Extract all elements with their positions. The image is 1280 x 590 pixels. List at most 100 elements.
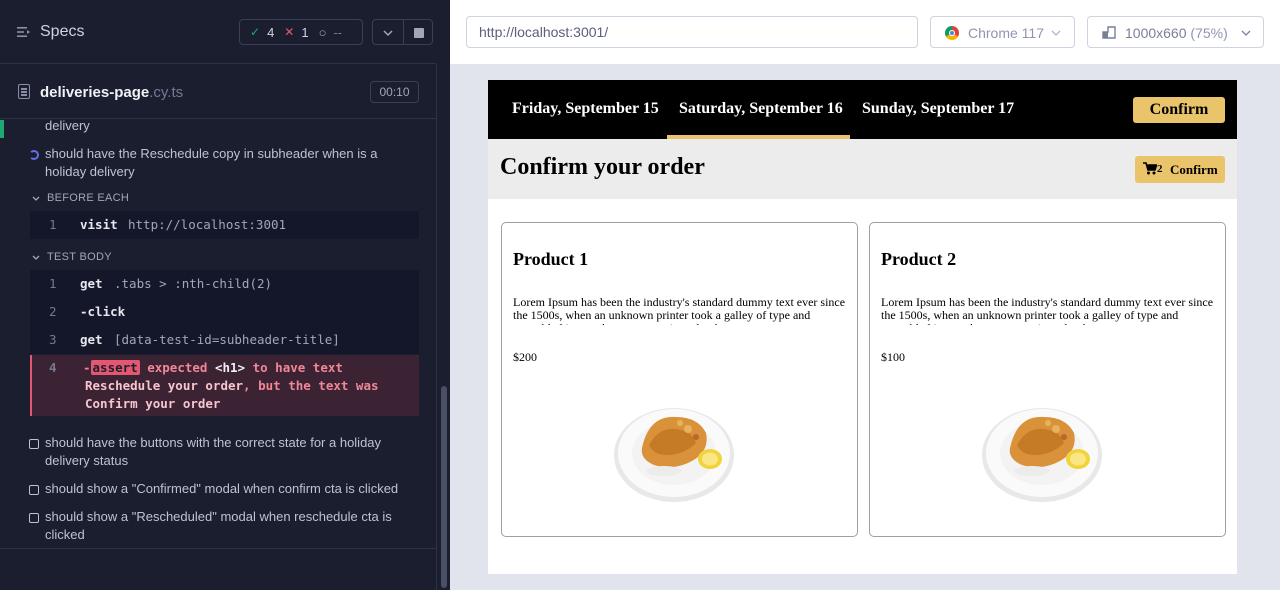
- chevron-down-icon: [1241, 30, 1251, 36]
- command-name: -click: [80, 304, 126, 319]
- spec-name-text: deliveries-page: [40, 84, 150, 101]
- actual-text: Confirm your order: [85, 396, 221, 411]
- browser-name: Chrome 117: [968, 25, 1045, 41]
- cart-confirm-button[interactable]: 2 Confirm: [1135, 156, 1225, 183]
- product-price: $100: [881, 350, 905, 364]
- assert-text: to have text: [245, 360, 343, 375]
- product-card[interactable]: Product 2 Lorem Ipsum has been the indus…: [869, 222, 1226, 537]
- specs-title[interactable]: Specs: [40, 23, 84, 41]
- reporter-header: Specs ✓ 4 ✕ 1 ○ --: [0, 0, 436, 64]
- command-row[interactable]: 1 get .tabs > :nth-child(2): [30, 270, 419, 298]
- product-description: Lorem Ipsum has been the industry's stan…: [513, 296, 846, 325]
- assert-text: , but the text was: [243, 378, 379, 393]
- spec-duration: 00:10: [370, 81, 419, 103]
- command-row[interactable]: 1 visit http://localhost:3001: [30, 211, 419, 239]
- collapse-button[interactable]: [372, 19, 404, 45]
- food-plate-image: [982, 408, 1102, 502]
- pending-spinner-icon: ○: [318, 24, 327, 40]
- viewport-icon: [1102, 26, 1116, 39]
- divider: [0, 548, 436, 549]
- spec-file-name[interactable]: deliveries-page.cy.ts: [40, 84, 183, 101]
- pending-test-title-line1[interactable]: should show a "Rescheduled" modal when r…: [45, 508, 392, 526]
- current-test-title-line1[interactable]: should have the Reschedule copy in subhe…: [45, 145, 377, 163]
- assert-dash: -: [83, 360, 91, 375]
- command-number: 3: [49, 332, 57, 347]
- cart-button-label: Confirm: [1170, 162, 1218, 177]
- command-number: 1: [49, 217, 57, 232]
- command-row[interactable]: 2 -click: [30, 298, 419, 326]
- tab-friday[interactable]: Friday, September 15: [512, 100, 659, 118]
- x-icon: ✕: [284, 25, 295, 39]
- command-number: 1: [49, 276, 57, 291]
- chevron-down-icon[interactable]: [32, 254, 40, 262]
- product-card[interactable]: Product 1 Lorem Ipsum has been the indus…: [501, 222, 858, 537]
- subheader-title: Confirm your order: [500, 154, 705, 180]
- cart-icon: [1143, 162, 1157, 175]
- spec-file-bar: deliveries-page.cy.ts 00:10: [0, 65, 436, 119]
- browser-select[interactable]: Chrome 117: [930, 16, 1075, 48]
- current-test-title-line2[interactable]: holiday delivery: [45, 163, 135, 181]
- assert-line-3: Confirm your order: [85, 396, 220, 411]
- stop-button[interactable]: [403, 19, 433, 45]
- tab-saturday[interactable]: Saturday, September 16: [679, 100, 843, 118]
- chevron-down-icon: [383, 30, 393, 37]
- command-name: get: [80, 276, 103, 291]
- command-name: get: [80, 332, 103, 347]
- app-under-test: Friday, September 15 Saturday, September…: [488, 80, 1237, 574]
- viewport-size: 1000x660 (75%): [1125, 25, 1228, 41]
- command-row[interactable]: 3 get [data-test-id=subheader-title]: [30, 326, 419, 354]
- pending-stat: ○ --: [319, 25, 343, 40]
- scrollbar-thumb[interactable]: [441, 386, 447, 588]
- assert-text: expected: [139, 360, 215, 375]
- assert-element: <h1>: [214, 360, 246, 375]
- browser-toolbar: http://localhost:3001/ Chrome 117 1000x6…: [450, 0, 1280, 64]
- chevron-down-icon: [1051, 30, 1061, 36]
- pending-count: --: [333, 24, 343, 40]
- specs-list-icon[interactable]: [17, 26, 31, 38]
- assert-line-2: Reschedule your order, but the text was: [85, 378, 379, 393]
- date-tabs-nav: Friday, September 15 Saturday, September…: [488, 80, 1237, 139]
- confirm-button[interactable]: Confirm: [1133, 97, 1225, 123]
- reporter-scrollbar[interactable]: [436, 64, 450, 590]
- stop-icon: [414, 28, 424, 38]
- command-message: .tabs > :nth-child(2): [114, 276, 273, 291]
- pending-test-icon: [29, 485, 39, 495]
- passed-stat: ✓ 4: [250, 25, 274, 40]
- previous-test-title-tail[interactable]: delivery: [45, 120, 90, 135]
- pending-test-title-line1[interactable]: should have the buttons with the correct…: [45, 434, 381, 452]
- url-field[interactable]: http://localhost:3001/: [466, 16, 918, 48]
- test-list: delivery should have the Reschedule copy…: [0, 120, 436, 550]
- product-price: $200: [513, 350, 537, 364]
- passed-count: 4: [267, 24, 275, 40]
- command-message: http://localhost:3001: [128, 217, 287, 232]
- failed-assert-command[interactable]: 4 - assert expected <h1> to have text Res…: [30, 355, 419, 416]
- failed-count: 1: [301, 24, 309, 40]
- product-description: Lorem Ipsum has been the industry's stan…: [881, 296, 1214, 325]
- tab-sunday[interactable]: Sunday, September 17: [862, 100, 1014, 118]
- command-number: 2: [49, 304, 57, 319]
- pending-test-title[interactable]: should show a "Confirmed" modal when con…: [45, 480, 398, 498]
- before-each-label[interactable]: BEFORE EACH: [47, 192, 129, 204]
- spec-extension: .cy.ts: [149, 84, 184, 101]
- viewport-select[interactable]: 1000x660 (75%): [1087, 16, 1264, 48]
- test-stats: ✓ 4 ✕ 1 ○ --: [239, 19, 363, 45]
- reporter-panel: Specs ✓ 4 ✕ 1 ○ -- deliveries-page.cy.ts…: [0, 0, 436, 590]
- assert-line-1: - assert expected <h1> to have text: [83, 360, 343, 375]
- running-spinner-icon: [29, 150, 39, 160]
- command-name: visit: [80, 217, 118, 232]
- passed-test-marker: [0, 120, 4, 138]
- pending-test-icon: [29, 513, 39, 523]
- viewport-dimensions: 1000x660: [1125, 25, 1187, 41]
- assert-badge: assert: [90, 360, 140, 375]
- food-plate-image: [614, 408, 734, 502]
- test-body-label[interactable]: TEST BODY: [47, 251, 112, 263]
- product-title: Product 2: [881, 249, 957, 269]
- pending-test-title-line2[interactable]: clicked: [45, 526, 85, 544]
- chevron-down-icon[interactable]: [32, 195, 40, 203]
- subheader: Confirm your order 2 Confirm: [488, 139, 1237, 199]
- pending-test-icon: [29, 439, 39, 449]
- failed-stat: ✕ 1: [284, 25, 308, 40]
- cart-count: 2: [1157, 163, 1163, 175]
- file-icon: [18, 84, 30, 99]
- pending-test-title-line2[interactable]: delivery status: [45, 452, 128, 470]
